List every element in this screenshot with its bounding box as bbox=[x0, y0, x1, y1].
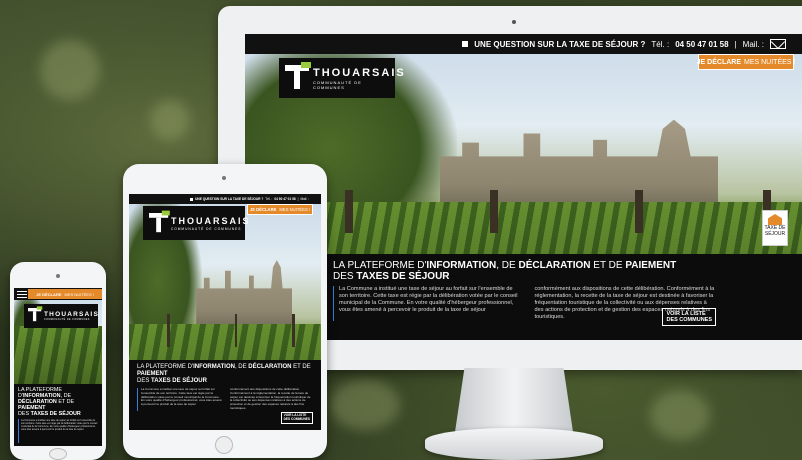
logo-brand: THOUARSAIS bbox=[313, 66, 406, 79]
question-text: UNE QUESTION SUR LA TAXE DE SÉJOUR ? bbox=[474, 39, 646, 49]
top-contact-bar: UNE QUESTION SUR LA TAXE DE SÉJOUR ? Tél… bbox=[129, 194, 321, 204]
bokeh-light bbox=[150, 100, 190, 140]
logo-subtitle: COMMUNAUTÉ DE COMMUNES bbox=[171, 226, 242, 231]
headline-part: PAIEMENT bbox=[137, 371, 168, 377]
hero-mockup-background: UNE QUESTION SUR LA TAXE DE SÉJOUR ? Tél… bbox=[0, 0, 802, 460]
camera-icon bbox=[512, 20, 516, 24]
logo-subtitle: COMMUNAUTÉ DE COMMUNES bbox=[44, 319, 90, 321]
camera-icon bbox=[56, 274, 60, 278]
house-icon bbox=[768, 214, 782, 225]
tourist-tax-badge[interactable]: TAXE DE SÉJOUR bbox=[762, 210, 788, 246]
monitor-stand bbox=[455, 368, 573, 432]
headline-part: DES bbox=[333, 271, 357, 282]
voir-line-2: DES COMMUNES bbox=[283, 417, 310, 422]
logo-brand: THOUARSAIS bbox=[44, 311, 99, 318]
headline-part: DES bbox=[137, 378, 152, 384]
separator: | bbox=[734, 39, 737, 49]
declare-rest: MES NUITÉES ! bbox=[279, 207, 311, 212]
camera-icon bbox=[222, 176, 226, 180]
top-contact-bar: UNE QUESTION SUR LA TAXE DE SÉJOUR ? Tél… bbox=[245, 34, 802, 54]
monitor-base bbox=[425, 428, 603, 460]
site-logo[interactable]: THOUARSAIS COMMUNAUTÉ DE COMMUNES bbox=[279, 58, 406, 98]
bokeh-light bbox=[650, 390, 710, 440]
square-bullet-icon bbox=[462, 41, 469, 47]
phone-link[interactable]: 04 50 47 01 58 bbox=[274, 197, 295, 201]
description-col-1: La Commune a institué une taxe de séjour… bbox=[18, 419, 98, 443]
hamburger-menu-icon[interactable] bbox=[17, 291, 27, 298]
logo-t-icon bbox=[28, 306, 43, 322]
declare-strong: JE DÉCLARE bbox=[696, 58, 741, 66]
description-col-1: La Commune a institué une taxe de séjour… bbox=[333, 286, 521, 321]
declare-rest: MES NUITÉES ! bbox=[744, 58, 796, 66]
headline-part: , DE bbox=[496, 260, 519, 271]
square-bullet-icon bbox=[190, 197, 194, 201]
separator: | bbox=[297, 197, 299, 201]
platform-headline: LA PLATEFORME D'INFORMATION, DE DÉCLARAT… bbox=[18, 387, 98, 417]
castle-image bbox=[196, 260, 293, 331]
declare-strong: JE DÉCLARE bbox=[249, 207, 277, 212]
declare-nights-button[interactable]: JE DÉCLARE MES NUITÉES ! bbox=[28, 289, 102, 299]
headline-part: ET DE bbox=[56, 399, 75, 405]
description-columns: La Commune a institué une taxe de séjour… bbox=[333, 286, 716, 321]
headline-part: ET DE bbox=[590, 260, 626, 271]
home-button bbox=[49, 448, 67, 460]
declare-nights-button[interactable]: JE DÉCLARE MES NUITÉES ! bbox=[696, 54, 796, 70]
mail-label: Mail. : bbox=[742, 39, 764, 49]
headline-part: TAXES DE SÉJOUR bbox=[356, 271, 450, 282]
headline-part: LA PLATEFORME D' bbox=[333, 260, 427, 271]
description-col-1: La Commune a institué une taxe de séjour… bbox=[137, 387, 224, 411]
logo-subtitle: COMMUNAUTÉ DE COMMUNES bbox=[313, 79, 362, 90]
mail-icon[interactable] bbox=[770, 39, 786, 49]
platform-headline: LA PLATEFORME D'INFORMATION, DE DÉCLARAT… bbox=[333, 260, 716, 282]
site-logo[interactable]: THOUARSAIS COMMUNAUTÉ DE COMMUNES bbox=[143, 206, 251, 240]
info-panel: LA PLATEFORME D'INFORMATION, DE DÉCLARAT… bbox=[245, 254, 802, 340]
declare-nights-button[interactable]: JE DÉCLARE MES NUITÉES ! bbox=[247, 204, 313, 215]
phone-link[interactable]: 04 50 47 01 58 bbox=[675, 40, 728, 49]
declare-rest: MES NUITÉES ! bbox=[64, 291, 94, 297]
headline-part: DÉCLARATION bbox=[518, 260, 591, 271]
logo-t-icon bbox=[285, 62, 311, 89]
headline-part: TAXES DE SÉJOUR bbox=[30, 411, 81, 417]
bokeh-light bbox=[330, 380, 400, 430]
tablet-screen: UNE QUESTION SUR LA TAXE DE SÉJOUR ? Tél… bbox=[129, 194, 321, 430]
headline-part: ET DE bbox=[291, 364, 311, 370]
info-panel: LA PLATEFORME D'INFORMATION, DE DÉCLARAT… bbox=[129, 360, 321, 430]
mail-label: Mail. : bbox=[300, 197, 309, 201]
phone-screen: JE DÉCLARE MES NUITÉES ! THOUARSAIS COMMU… bbox=[14, 288, 102, 446]
home-button bbox=[215, 436, 233, 454]
headline-part: LA PLATEFORME D' bbox=[137, 364, 194, 370]
tablet-mockup: UNE QUESTION SUR LA TAXE DE SÉJOUR ? Tél… bbox=[123, 164, 327, 458]
headline-part: INFORMATION bbox=[193, 364, 235, 370]
bokeh-light bbox=[40, 40, 100, 100]
description-columns: La Commune a institué une taxe de séjour… bbox=[137, 387, 313, 411]
tel-label: Tél. : bbox=[651, 39, 670, 49]
info-panel: LA PLATEFORME D'INFORMATION, DE DÉCLARAT… bbox=[14, 384, 102, 446]
site-logo[interactable]: THOUARSAIS COMMUNAUTÉ DE COMMUNES bbox=[24, 304, 98, 328]
headline-part: PAIEMENT bbox=[625, 260, 677, 271]
description-col-2: conformément aux dispositions de cette d… bbox=[230, 387, 311, 410]
voir-line-2: DES COMMUNES bbox=[666, 317, 712, 323]
headline-part: DES bbox=[18, 411, 31, 417]
desktop-screen: UNE QUESTION SUR LA TAXE DE SÉJOUR ? Tél… bbox=[245, 34, 802, 340]
logo-t-icon bbox=[149, 210, 170, 233]
declare-strong: JE DÉCLARE bbox=[36, 291, 62, 297]
tel-label: Tél. : bbox=[265, 197, 273, 201]
badge-label: TAXE DE SÉJOUR bbox=[764, 225, 786, 237]
headline-part: INFORMATION bbox=[426, 260, 497, 271]
view-communes-button[interactable]: VOIR LA LISTE DES COMMUNES bbox=[280, 412, 313, 424]
phone-mockup: JE DÉCLARE MES NUITÉES ! THOUARSAIS COMMU… bbox=[10, 262, 106, 460]
castle-image bbox=[439, 119, 719, 212]
platform-headline: LA PLATEFORME D'INFORMATION, DE DÉCLARAT… bbox=[137, 364, 313, 385]
headline-part: TAXES DE SÉJOUR bbox=[151, 378, 207, 384]
headline-part: DÉCLARATION bbox=[248, 364, 292, 370]
view-communes-button[interactable]: VOIR LA LISTE DES COMMUNES bbox=[662, 308, 716, 326]
logo-brand: THOUARSAIS bbox=[171, 215, 251, 226]
headline-part: , DE bbox=[234, 364, 249, 370]
question-text: UNE QUESTION SUR LA TAXE DE SÉJOUR ? bbox=[195, 197, 264, 201]
